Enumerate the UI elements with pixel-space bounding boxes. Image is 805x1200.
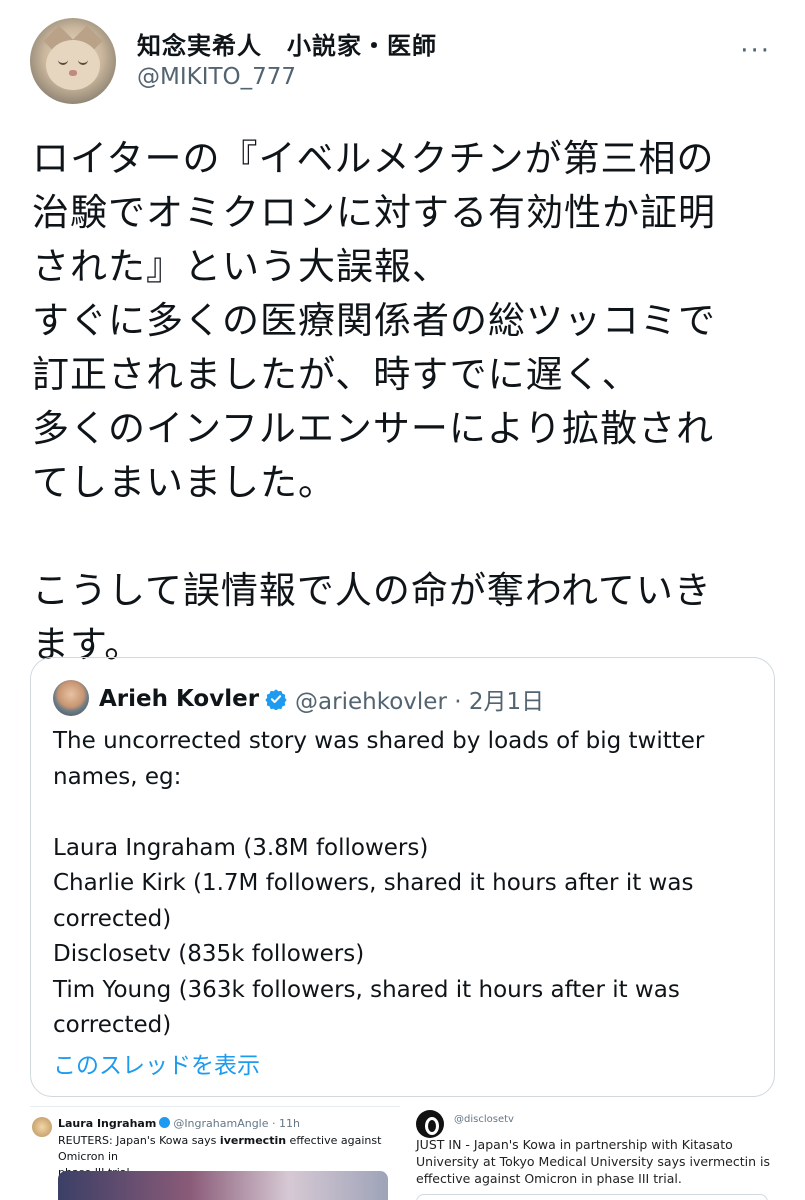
quoted-author-avatar[interactable] [53,680,89,716]
verified-badge-icon [265,689,287,710]
quoted-tweet[interactable]: Arieh Kovler @ariehkovler · 2月1日 The unc… [30,657,775,1097]
quoted-author-name[interactable]: Arieh Kovler [99,686,259,712]
media-left-text-prefix: REUTERS: Japan's Kowa says [58,1134,220,1147]
media-left-header: Laura Ingraham @IngrahamAngle · 11h [58,1117,300,1130]
media-left-name: Laura Ingraham [58,1117,157,1130]
media-image-left[interactable]: Laura Ingraham @IngrahamAngle · 11h REUTE… [30,1106,400,1200]
media-left-text-bold: ivermectin [219,1134,287,1147]
more-horizontal-icon[interactable]: ··· [740,38,771,64]
avatar-cat-face [46,40,100,90]
tweet-text: ロイターの『イベルメクチンが第三相の 治験でオミクロンに対する有効性か証明 され… [32,137,716,666]
media-right-card [416,1194,768,1200]
quoted-handle-date: @ariehkovler · 2月1日 [295,689,545,715]
author-handle[interactable]: @MIKITO_777 [137,64,296,90]
avatar-cat-nose [69,70,77,76]
show-thread-link[interactable]: このスレッドを表示 [53,1046,260,1080]
disclosetv-logo-icon [416,1110,444,1138]
quoted-tweet-text: The uncorrected story was shared by load… [53,728,705,1038]
media-left-photo [58,1171,388,1200]
author-avatar[interactable] [30,18,116,104]
author-display-name[interactable]: 知念実希人 小説家・医師 [137,26,437,61]
media-avatar [32,1117,52,1137]
media-right-handle: @disclosetv [454,1114,514,1125]
verified-badge-icon [159,1117,171,1128]
media-left-handle: @IngrahamAngle · 11h [173,1117,300,1130]
quoted-tweet-header: Arieh Kovler @ariehkovler · 2月1日 [99,680,544,718]
media-right-text: JUST IN - Japan's Kowa in partnership wi… [416,1137,770,1186]
media-image-right[interactable]: @disclosetv JUST IN - Japan's Kowa in pa… [410,1106,775,1200]
